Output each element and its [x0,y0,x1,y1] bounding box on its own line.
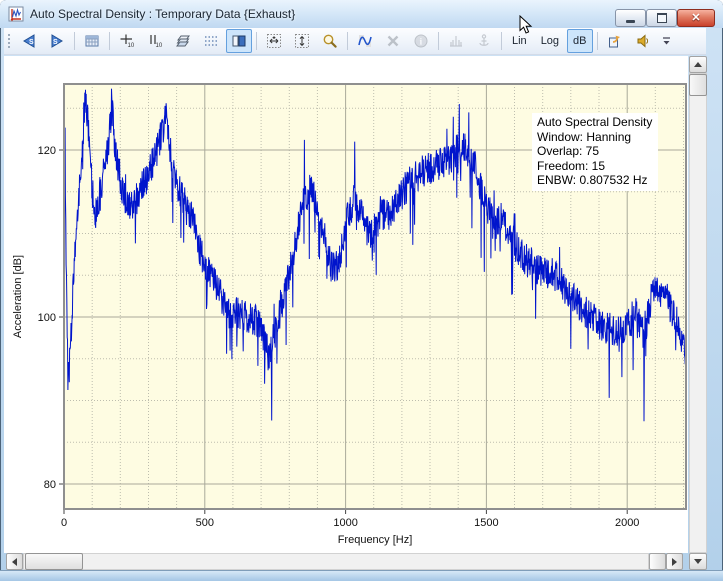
scroll-down-button[interactable] [689,553,707,570]
dotted-lines-icon [203,33,219,49]
scale-db-button[interactable]: dB [567,29,592,53]
svg-text:10: 10 [128,43,135,49]
close-button[interactable]: ✕ [677,9,715,27]
scroll-up-icon [694,62,702,67]
y-tick-label: 100 [38,312,56,324]
toolbar-separator [109,32,110,50]
grid-icon [84,33,100,49]
y-tick-label: 120 [38,145,56,157]
minimize-icon [626,20,635,23]
h-scroll-thumb[interactable] [25,553,83,570]
magnifier-icon [322,33,338,49]
toolbar-grip[interactable] [7,32,12,50]
scroll-up-button[interactable] [689,56,707,73]
minimize-button[interactable] [615,9,646,27]
scroll-left-icon [12,558,17,566]
y-tick-label: 80 [44,479,56,491]
info-line: Overlap: 75 [537,144,652,159]
anchor-icon [476,33,492,49]
app-window: Auto Spectral Density : Temporary Data {… [0,0,723,581]
x-axis-title: Frequency [Hz] [338,534,413,546]
close-icon: ✕ [691,11,700,25]
toolbar-separator [501,32,502,50]
next-spectrum-button[interactable]: S [44,29,70,53]
comb-cursor-button [443,29,469,53]
svg-text:S: S [53,39,58,46]
expand-v-icon [294,33,310,49]
chart-area[interactable]: 0 500 1000 1500 2000 80 100 120 Frequency [Hz] Ac… [4,56,688,553]
y-axis-title: Acceleration [dB] [12,255,24,338]
info-line: Window: Hanning [537,130,652,145]
data-grid-button[interactable] [79,29,105,53]
window-bottom-border [0,570,723,581]
x-tick-label: 2000 [615,517,639,529]
toolbar-separator [597,32,598,50]
expand-h-icon [266,33,282,49]
scroll-down-icon [694,559,702,564]
export-data-button[interactable] [602,29,628,53]
autoscale-y-button[interactable] [289,29,315,53]
h-scroll-page-button[interactable] [649,553,666,570]
curve-info-button: i [408,29,434,53]
zoom-tool-button[interactable] [317,29,343,53]
scroll-right-button[interactable] [666,553,683,570]
cascade-icon [175,33,191,49]
mouse-cursor [519,15,533,40]
info-line: Freedom: 15 [537,159,652,174]
toolbar-separator [438,32,439,50]
split-panel-view-button[interactable] [226,29,252,53]
harmonic-cursor-button[interactable]: 10 [114,29,140,53]
toolbar: SS1010iLinLogdB [4,28,706,55]
scale-log-button[interactable]: Log [535,29,565,53]
cascade-view-button[interactable] [170,29,196,53]
x-tick-label: 1500 [474,517,498,529]
export-icon [607,33,623,49]
title-bar[interactable]: Auto Spectral Density : Temporary Data {… [0,0,723,28]
info-line: Auto Spectral Density [537,115,652,130]
delete-curve-button [380,29,406,53]
v-scroll-track[interactable] [689,73,707,553]
x-tick-label: 0 [61,517,67,529]
x-mark-icon [385,33,401,49]
curve-overlay-button[interactable] [352,29,378,53]
info-icon: i [413,33,429,49]
arrow-left-s-icon: S [20,33,38,49]
anchor-cursor-button [471,29,497,53]
cursor-arrow-icon [519,15,533,35]
info-line: ENBW: 0.807532 Hz [537,173,652,188]
toolbar-separator [256,32,257,50]
grid-lines-toggle-button[interactable] [198,29,224,53]
play-audio-button[interactable] [630,29,656,53]
wave-icon [357,33,373,49]
comb-icon [448,33,464,49]
panels-icon [231,33,247,49]
h-scroll-track[interactable] [23,553,649,570]
cross-10-icon: 10 [119,33,135,49]
prev-spectrum-button[interactable]: S [16,29,42,53]
arrow-right-s-icon: S [48,33,66,49]
toolbar-separator [74,32,75,50]
spectrum-app-icon [8,6,24,22]
toolbar-separator [347,32,348,50]
scroll-right-icon [672,558,677,566]
autoscale-x-button[interactable] [261,29,287,53]
svg-text:S: S [29,39,34,46]
analysis-info-box: Auto Spectral DensityWindow: HanningOver… [532,113,658,191]
speaker-icon [635,33,651,49]
v-scroll-thumb[interactable] [689,74,707,96]
sideband-cursor-button[interactable]: 10 [142,29,168,53]
window-title: Auto Spectral Density : Temporary Data {… [30,7,295,21]
scroll-left-button[interactable] [6,553,23,570]
restore-button[interactable] [646,9,677,27]
overflow-chevron-icon [661,33,672,49]
toolbar-overflow-button[interactable] [658,29,675,53]
window-icon [8,6,24,22]
x-tick-label: 1000 [333,517,357,529]
svg-text:10: 10 [156,43,163,49]
vlines-10-icon: 10 [147,33,163,49]
x-tick-label: 500 [196,517,214,529]
restore-icon [657,13,667,23]
